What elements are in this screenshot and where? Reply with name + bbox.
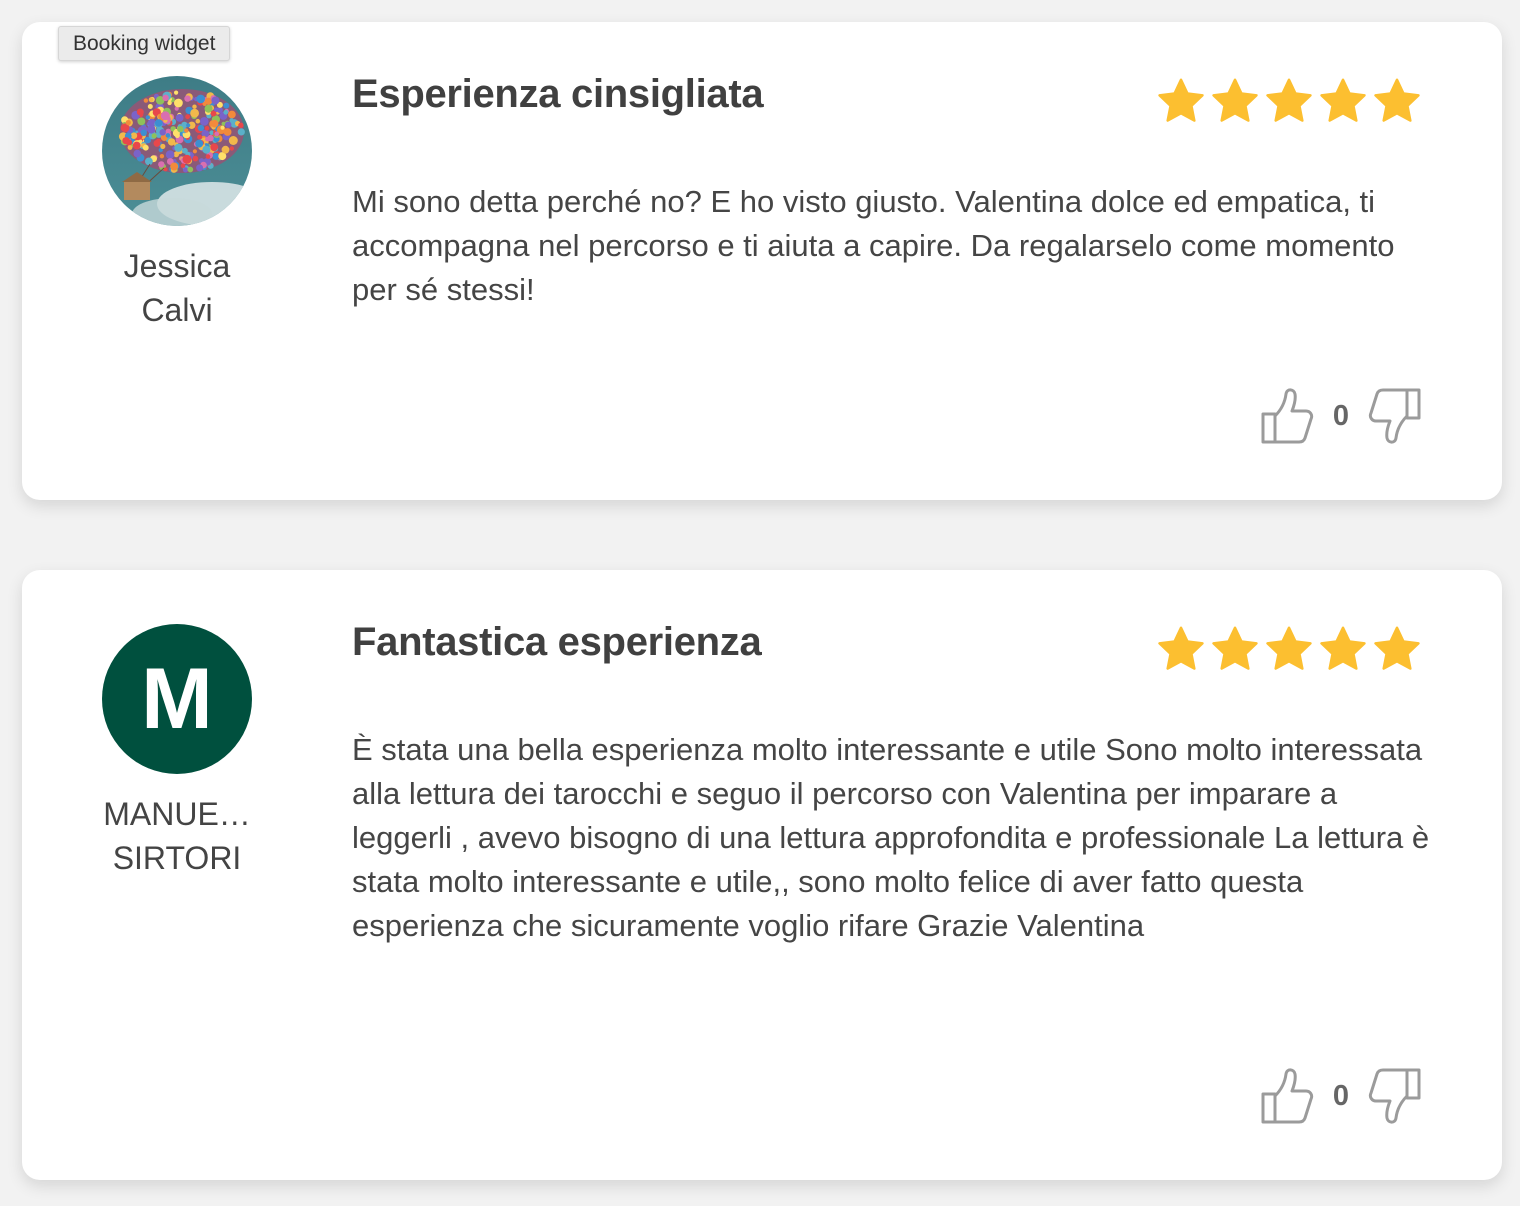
thumbs-down-icon[interactable] <box>1368 386 1424 446</box>
review-card: M MANUE… SIRTORI Fantastica esperienza È… <box>22 570 1502 1180</box>
star-rating <box>1156 76 1422 126</box>
review-card: Jessica Calvi Esperienza cinsigliata Mi … <box>22 22 1502 500</box>
star-icon <box>1374 626 1420 670</box>
review-title: Esperienza cinsigliata <box>352 72 764 116</box>
thumbs-up-icon[interactable] <box>1258 1066 1314 1126</box>
thumbs-down-icon[interactable] <box>1368 1066 1424 1126</box>
thumbs-up-icon[interactable] <box>1258 386 1314 446</box>
star-icon <box>1158 626 1204 670</box>
star-icon <box>1158 78 1204 122</box>
review-votes: 0 <box>1258 1066 1424 1126</box>
review-votes: 0 <box>1258 386 1424 446</box>
star-icon <box>1320 78 1366 122</box>
star-icon <box>1374 78 1420 122</box>
author-first-name: MANUE… <box>103 796 251 832</box>
review-text: Mi sono detta perché no? E ho visto gius… <box>352 184 1395 307</box>
like-count: 0 <box>1332 1079 1350 1112</box>
booking-widget-tooltip: Booking widget <box>58 26 231 61</box>
author-last-name: SIRTORI <box>112 840 242 876</box>
avatar <box>102 76 252 226</box>
star-rating <box>1156 624 1422 674</box>
author-name: Jessica Calvi <box>62 244 292 332</box>
like-count: 0 <box>1332 399 1350 432</box>
review-text: È stata una bella esperienza molto inter… <box>352 732 1430 943</box>
star-icon <box>1320 626 1366 670</box>
star-icon <box>1212 626 1258 670</box>
star-icon <box>1266 626 1312 670</box>
author-name: MANUE… SIRTORI <box>62 792 292 880</box>
star-icon <box>1212 78 1258 122</box>
author-first-name: Jessica <box>123 248 231 284</box>
avatar: M <box>102 624 252 774</box>
star-icon <box>1266 78 1312 122</box>
avatar-photo <box>102 76 252 226</box>
author-last-name: Calvi <box>141 292 213 328</box>
review-title: Fantastica esperienza <box>352 620 762 664</box>
